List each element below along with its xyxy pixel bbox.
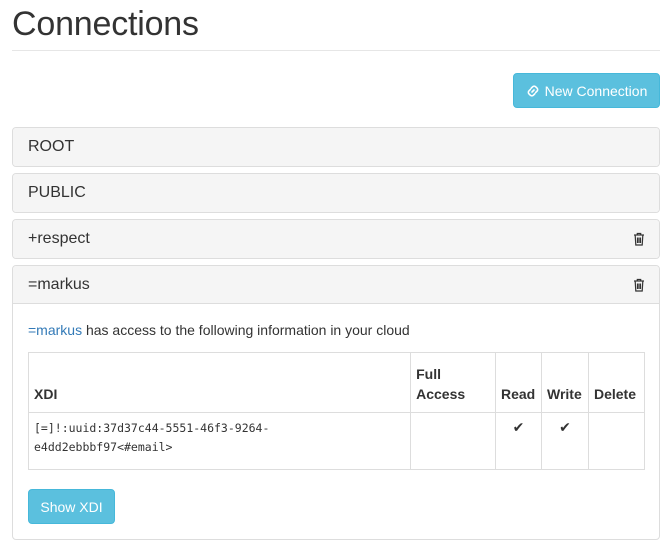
connection-panel-markus: =markus =markus has access to the follow… xyxy=(12,265,660,540)
table-header-row: XDI Full Access Read Write Delete xyxy=(27,352,646,413)
new-connection-label: New Connection xyxy=(544,82,648,99)
page-title: Connections xyxy=(12,5,199,43)
read-check-icon[interactable]: ✔ xyxy=(495,412,542,470)
full-access-cell[interactable] xyxy=(410,412,496,470)
table-row: [=]!:uuid:37d37c44-5551-46f3-9264-e4dd2e… xyxy=(27,412,646,470)
connection-name: =markus xyxy=(28,275,90,293)
permissions-table: XDI Full Access Read Write Delete [=]!:u… xyxy=(27,352,646,470)
connection-panel-respect: +respect xyxy=(12,219,660,259)
connection-name: +respect xyxy=(28,230,90,247)
connection-heading-root[interactable]: ROOT xyxy=(13,128,659,166)
connection-panel-root: ROOT xyxy=(12,127,660,167)
write-check-icon[interactable]: ✔ xyxy=(540,412,589,470)
column-header-full-access: Full Access xyxy=(410,352,496,413)
link-icon xyxy=(527,84,539,97)
access-text: has access to the following information … xyxy=(82,322,410,338)
connection-heading-markus[interactable]: =markus xyxy=(13,266,659,304)
column-header-xdi: XDI xyxy=(27,352,412,413)
trash-icon[interactable] xyxy=(633,232,645,251)
connection-name: PUBLIC xyxy=(28,184,86,201)
column-header-write: Write xyxy=(540,352,589,413)
access-description: =markus has access to the following info… xyxy=(28,320,644,340)
delete-cell[interactable] xyxy=(587,412,646,470)
trash-icon[interactable] xyxy=(633,278,645,297)
connection-heading-respect[interactable]: +respect xyxy=(13,220,659,258)
connection-link[interactable]: =markus xyxy=(28,322,82,338)
column-header-read: Read xyxy=(495,352,542,413)
connection-name: ROOT xyxy=(28,138,75,155)
show-xdi-button[interactable]: Show XDI xyxy=(28,489,115,524)
connection-heading-public[interactable]: PUBLIC xyxy=(13,174,659,212)
column-header-delete: Delete xyxy=(587,352,646,413)
connection-panel-public: PUBLIC xyxy=(12,173,660,213)
page: Connections New Connection ROOT PUBLIC +… xyxy=(12,0,660,546)
toolbar: New Connection xyxy=(12,51,660,127)
new-connection-button[interactable]: New Connection xyxy=(513,73,660,108)
xdi-cell: [=]!:uuid:37d37c44-5551-46f3-9264-e4dd2e… xyxy=(27,412,412,470)
connection-detail: =markus has access to the following info… xyxy=(13,304,659,539)
